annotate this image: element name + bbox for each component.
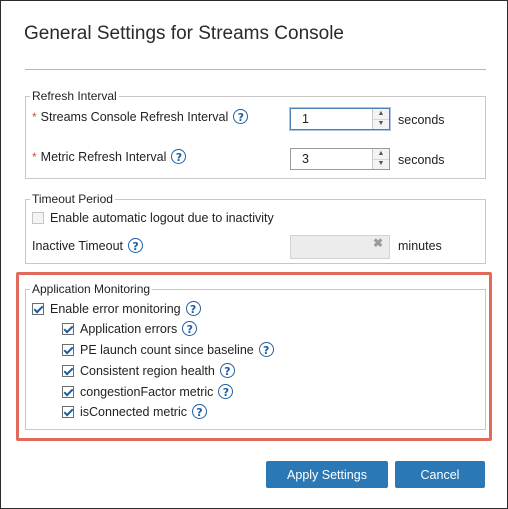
help-icon[interactable]: ?	[171, 149, 187, 164]
auto-logout-checkbox[interactable]	[32, 212, 44, 224]
refresh-interval-legend: Refresh Interval	[32, 89, 117, 103]
console-refresh-row: * Streams Console Refresh Interval ?	[32, 109, 249, 124]
auto-logout-label: Enable automatic logout due to inactivit…	[50, 211, 274, 225]
metric-refresh-unit: seconds	[398, 153, 445, 167]
settings-dialog: General Settings for Streams Console Ref…	[0, 0, 508, 509]
decrement-arrow-icon[interactable]: ▼	[373, 119, 389, 129]
inactive-timeout-unit: minutes	[398, 239, 442, 253]
inactive-timeout-label: Inactive Timeout	[32, 238, 124, 253]
metric-refresh-label: Metric Refresh Interval	[40, 149, 167, 164]
metric-refresh-row: * Metric Refresh Interval ?	[32, 149, 187, 164]
timeout-group: Timeout Period	[25, 192, 486, 264]
inactive-timeout-input[interactable]: ✖	[290, 235, 390, 259]
help-icon[interactable]: ?	[128, 238, 144, 253]
decrement-arrow-icon[interactable]: ▼	[373, 159, 389, 169]
cancel-button[interactable]: Cancel	[395, 461, 485, 488]
auto-logout-row[interactable]: Enable automatic logout due to inactivit…	[32, 211, 274, 225]
metric-refresh-value: 3	[302, 152, 309, 166]
stepper-buttons: ▲ ▼	[372, 109, 389, 129]
timeout-legend: Timeout Period	[32, 192, 113, 206]
stepper-buttons: ▲ ▼	[372, 149, 389, 169]
required-mark: *	[32, 149, 37, 164]
monitoring-highlight-box	[16, 272, 492, 441]
apply-settings-button[interactable]: Apply Settings	[266, 461, 388, 488]
help-icon[interactable]: ?	[233, 109, 249, 124]
console-refresh-unit: seconds	[398, 113, 445, 127]
required-mark: *	[32, 109, 37, 124]
title-divider	[25, 69, 486, 70]
console-refresh-value: 1	[302, 112, 309, 126]
console-refresh-stepper[interactable]: 1 ▲ ▼	[290, 108, 390, 130]
metric-refresh-stepper[interactable]: 3 ▲ ▼	[290, 148, 390, 170]
console-refresh-label: Streams Console Refresh Interval	[40, 109, 229, 124]
dialog-title: General Settings for Streams Console	[24, 23, 344, 44]
inactive-timeout-row: Inactive Timeout ?	[32, 238, 144, 253]
clear-icon[interactable]: ✖	[373, 236, 383, 250]
